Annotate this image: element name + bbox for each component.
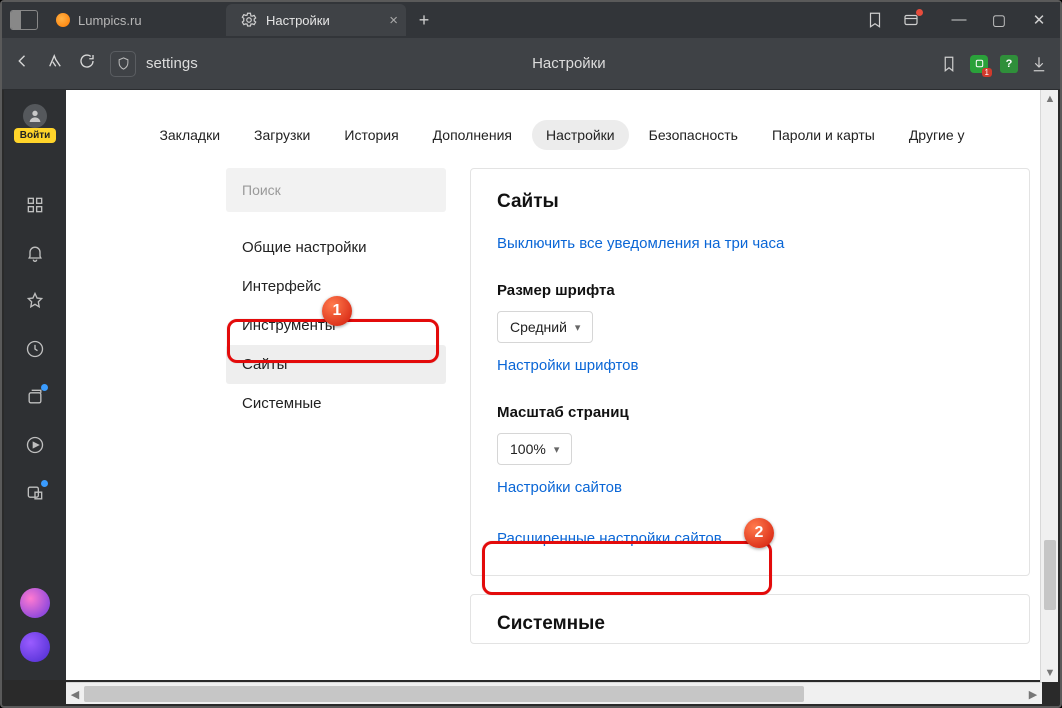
- settings-tabs: Закладки Загрузки История Дополнения Нас…: [66, 90, 1058, 168]
- nav-label: Закладки: [159, 127, 220, 143]
- nav-passwords[interactable]: Пароли и карты: [758, 120, 889, 150]
- sidebar-item-label: Общие настройки: [242, 239, 367, 256]
- reload-button[interactable]: [78, 52, 96, 75]
- nav-label: Настройки: [546, 127, 615, 143]
- tab-strip: Lumpics.ru Настройки × + — ▢ ✕: [2, 2, 1060, 38]
- chevron-down-icon: ▾: [554, 443, 560, 456]
- minimize-button[interactable]: —: [946, 11, 972, 29]
- select-value: 100%: [510, 441, 546, 457]
- home-button[interactable]: [46, 52, 64, 75]
- scroll-down-icon[interactable]: ▼: [1041, 664, 1059, 682]
- address-bar[interactable]: settings: [110, 51, 198, 77]
- window-controls: — ▢ ✕: [946, 11, 1052, 29]
- favicon-icon: [56, 13, 70, 27]
- toolbar: settings Настройки 1: [2, 38, 1060, 90]
- gear-icon: [240, 11, 258, 29]
- collections-icon[interactable]: [24, 386, 46, 408]
- extensions-icon[interactable]: [902, 11, 920, 29]
- nav-addons[interactable]: Дополнения: [419, 120, 526, 150]
- callout-number-2: 2: [744, 518, 774, 548]
- nav-downloads[interactable]: Загрузки: [240, 120, 324, 150]
- scroll-left-icon[interactable]: ◀: [66, 683, 84, 705]
- nav-label: Безопасность: [649, 127, 738, 143]
- help-extension-icon[interactable]: [1000, 55, 1018, 73]
- scroll-up-icon[interactable]: ▲: [1041, 90, 1059, 108]
- notification-dot-icon: [41, 480, 48, 487]
- apps-icon[interactable]: [24, 194, 46, 216]
- vertical-scrollbar[interactable]: ▲ ▼: [1040, 90, 1058, 682]
- bell-icon[interactable]: [24, 242, 46, 264]
- font-size-select[interactable]: Средний ▾: [497, 311, 593, 343]
- font-size-label: Размер шрифта: [497, 282, 1003, 299]
- nav-bookmarks[interactable]: Закладки: [145, 120, 234, 150]
- sidebar-item-general[interactable]: Общие настройки: [226, 228, 446, 267]
- sidebar-item-system[interactable]: Системные: [226, 384, 446, 423]
- history-icon[interactable]: [24, 338, 46, 360]
- settings-sidebar: Поиск Общие настройки Интерфейс Инструме…: [226, 168, 446, 644]
- downloads-icon[interactable]: [1030, 55, 1048, 73]
- adblock-extension-icon[interactable]: 1: [970, 55, 988, 73]
- nav-label: История: [344, 127, 398, 143]
- translate-icon[interactable]: [24, 482, 46, 504]
- callout-number-1: 1: [322, 296, 352, 326]
- sidebar-item-label: Сайты: [242, 356, 287, 373]
- tab-lumpics[interactable]: Lumpics.ru: [42, 4, 222, 36]
- bookmark-icon[interactable]: [940, 55, 958, 73]
- vertical-rail: Войти: [4, 90, 66, 680]
- tab-label: Lumpics.ru: [78, 13, 142, 28]
- notification-dot-icon: [916, 9, 923, 16]
- nav-other[interactable]: Другие у: [895, 120, 979, 150]
- section-heading: Сайты: [497, 191, 1003, 213]
- play-icon[interactable]: [24, 434, 46, 456]
- chevron-down-icon: ▾: [575, 321, 581, 334]
- system-section: Системные: [470, 594, 1030, 644]
- page-scale-label: Масштаб страниц: [497, 404, 1003, 421]
- notification-dot-icon: [41, 384, 48, 391]
- font-settings-link[interactable]: Настройки шрифтов: [497, 357, 1003, 374]
- sites-section: Сайты Выключить все уведомления на три ч…: [470, 168, 1030, 576]
- star-icon[interactable]: [24, 290, 46, 312]
- nav-label: Дополнения: [433, 127, 512, 143]
- back-button[interactable]: [14, 52, 32, 75]
- sidebar-item-label: Инструменты: [242, 317, 336, 334]
- nav-history[interactable]: История: [330, 120, 412, 150]
- nav-settings[interactable]: Настройки: [532, 120, 629, 150]
- search-input[interactable]: Поиск: [226, 168, 446, 212]
- address-text: settings: [146, 55, 198, 72]
- extension-badge-count: 1: [982, 68, 992, 77]
- content-area: Закладки Загрузки История Дополнения Нас…: [66, 90, 1058, 680]
- bookmark-ribbon-icon[interactable]: [866, 11, 884, 29]
- select-value: Средний: [510, 319, 567, 335]
- scroll-thumb[interactable]: [1044, 540, 1056, 610]
- nav-label: Загрузки: [254, 127, 310, 143]
- sidebar-toggle-icon[interactable]: [10, 10, 38, 30]
- browser-window: Lumpics.ru Настройки × + — ▢ ✕: [0, 0, 1062, 708]
- close-window-button[interactable]: ✕: [1026, 11, 1052, 29]
- nav-label: Другие у: [909, 127, 965, 143]
- assistant-icon[interactable]: [20, 632, 50, 662]
- profile-avatar[interactable]: [23, 104, 47, 128]
- page-title: Настройки: [212, 55, 926, 72]
- tab-settings[interactable]: Настройки ×: [226, 4, 406, 36]
- page-scale-select[interactable]: 100% ▾: [497, 433, 572, 465]
- scroll-right-icon[interactable]: ▶: [1024, 683, 1042, 705]
- nav-label: Пароли и карты: [772, 127, 875, 143]
- horizontal-scrollbar[interactable]: ◀ ▶: [66, 682, 1042, 704]
- nav-security[interactable]: Безопасность: [635, 120, 752, 150]
- section-heading: Системные: [497, 613, 1003, 635]
- close-icon[interactable]: ×: [389, 13, 398, 28]
- sidebar-item-label: Системные: [242, 395, 321, 412]
- site-security-icon[interactable]: [110, 51, 136, 77]
- sidebar-item-label: Интерфейс: [242, 278, 321, 295]
- scroll-thumb[interactable]: [84, 686, 804, 702]
- sidebar-item-sites[interactable]: Сайты: [226, 345, 446, 384]
- mute-notifications-link[interactable]: Выключить все уведомления на три часа: [497, 235, 1003, 252]
- maximize-button[interactable]: ▢: [986, 11, 1012, 29]
- tab-label: Настройки: [266, 13, 330, 28]
- alice-icon[interactable]: [20, 588, 50, 618]
- login-button[interactable]: Войти: [14, 128, 57, 143]
- site-settings-link[interactable]: Настройки сайтов: [497, 479, 1003, 496]
- new-tab-button[interactable]: +: [410, 6, 438, 34]
- search-placeholder: Поиск: [242, 182, 281, 198]
